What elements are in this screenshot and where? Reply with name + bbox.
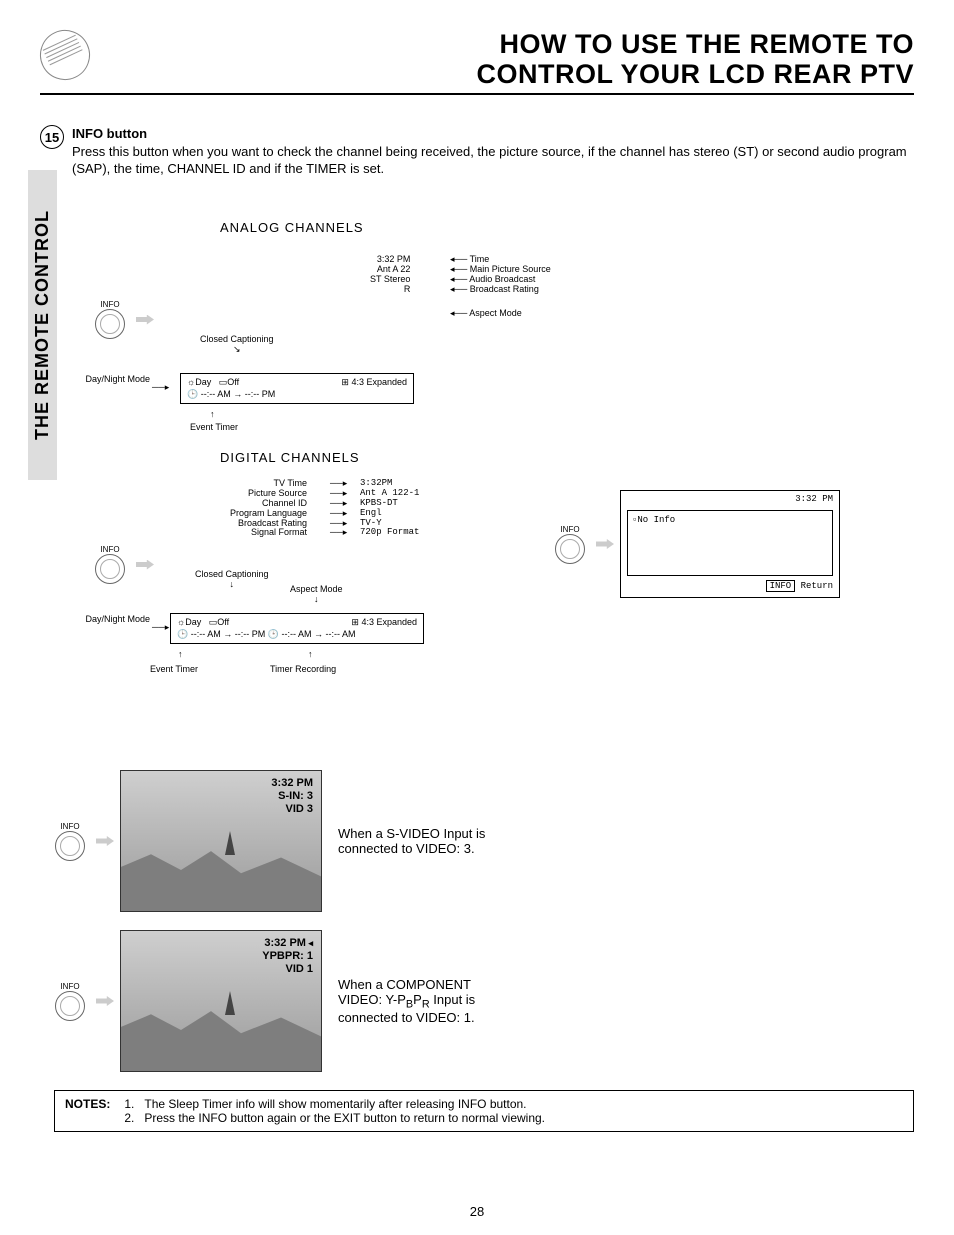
page-number: 28: [0, 1204, 954, 1219]
digital-channels-diagram: DIGITAL CHANNELS TV Time Picture Source …: [90, 450, 590, 705]
section-body: Press this button when you want to check…: [72, 144, 907, 177]
notes-label: NOTES:: [65, 1097, 110, 1125]
analog-osd-labels: ◂── Time ◂── Main Picture Source ◂── Aud…: [450, 255, 551, 318]
arrow-right-icon: [96, 996, 114, 1006]
title-line1: HOW TO USE THE REMOTE TO: [476, 30, 914, 60]
ypbpr-time: 3:32 PM: [264, 937, 306, 949]
svideo-line2: S-IN: 3: [271, 790, 313, 803]
section-number: 15: [40, 125, 64, 149]
noinfo-text: No Info: [637, 515, 675, 525]
info-button-icon: INFO: [90, 300, 130, 339]
arrow-right-icon: [96, 836, 114, 846]
digital-aspect-label: Aspect Mode↓: [290, 585, 343, 605]
arrow-right-icon: [596, 539, 614, 549]
note-item: 2. Press the INFO button again or the EX…: [124, 1111, 545, 1125]
page-header: HOW TO USE THE REMOTE TO CONTROL YOUR LC…: [40, 30, 914, 95]
ypbpr-caption: When a COMPONENT VIDEO: Y-PBPR Input is …: [338, 977, 518, 1026]
svideo-caption: When a S-VIDEO Input is connected to VID…: [338, 826, 498, 856]
section-info-button: 15 INFO button Press this button when yo…: [40, 125, 914, 178]
ypbpr-diagram: INFO 3:32 PM ◂ YPBPR: 1 VID 1 When a COM…: [50, 930, 570, 1072]
title-line2: CONTROL YOUR LCD REAR PTV: [476, 60, 914, 90]
info-button-icon: INFO: [50, 822, 90, 861]
analog-cc-label: Closed Captioning ↘: [200, 335, 274, 355]
no-info-osd: 3:32 PM ▫No Info INFO Return: [620, 490, 840, 598]
info-button-icon: INFO: [550, 525, 590, 564]
info-button-icon: INFO: [50, 982, 90, 1021]
svideo-diagram: INFO 3:32 PM S-IN: 3 VID 3 When a S-VIDE…: [50, 770, 570, 912]
page-title: HOW TO USE THE REMOTE TO CONTROL YOUR LC…: [476, 30, 914, 89]
digital-left-labels: TV Time Picture Source Channel ID Progra…: [230, 479, 307, 538]
tv-screen-ypbpr: 3:32 PM ◂ YPBPR: 1 VID 1: [120, 930, 322, 1072]
analog-bottom-osd: Day Off 4:3 Expanded --:-- AM → --:-- PM: [180, 373, 414, 404]
arrow-right-icon: [136, 560, 154, 570]
digital-heading: DIGITAL CHANNELS: [220, 450, 590, 465]
digital-event-timer-label: Event Timer: [150, 665, 198, 675]
analog-channels-diagram: ANALOG CHANNELS 3:32 PM Ant A 22 ST Ster…: [90, 220, 590, 435]
svideo-line3: VID 3: [271, 803, 313, 816]
ypbpr-line2: YPBPR: 1: [262, 950, 313, 963]
svideo-time: 3:32 PM: [271, 777, 313, 790]
digital-daynight-label: Day/Night Mode: [80, 615, 150, 625]
side-tab: THE REMOTE CONTROL: [28, 170, 57, 480]
brand-logo-icon: [32, 22, 98, 88]
notes-box: NOTES: 1. The Sleep Timer info will show…: [54, 1090, 914, 1132]
analog-daynight-label: Day/Night Mode: [80, 375, 150, 385]
analog-osd-values: 3:32 PM Ant A 22 ST Stereo R: [370, 255, 410, 295]
noinfo-time: 3:32 PM: [627, 494, 833, 506]
no-info-diagram: INFO 3:32 PM ▫No Info INFO Return: [550, 490, 840, 598]
digital-cc-label: Closed Captioning↓: [195, 570, 269, 590]
digital-osd-values: 3:32PM Ant A 122-1 KPBS-DT Engl TV-Y 720…: [360, 479, 419, 538]
arrow-right-icon: [136, 315, 154, 325]
ypbpr-line3: VID 1: [262, 963, 313, 976]
info-button-icon: INFO: [90, 545, 130, 584]
analog-osd-rating: R: [370, 285, 410, 295]
note-item: 1. The Sleep Timer info will show moment…: [124, 1097, 545, 1111]
tv-screen-svideo: 3:32 PM S-IN: 3 VID 3: [120, 770, 322, 912]
digital-bottom-osd: Day Off 4:3 Expanded --:-- AM → --:-- PM…: [170, 613, 424, 644]
section-title: INFO button: [72, 126, 147, 141]
noinfo-return-btn: Return: [801, 581, 833, 591]
noinfo-info-btn: INFO: [766, 580, 796, 592]
digital-timer-recording-label: Timer Recording: [270, 665, 336, 675]
analog-heading: ANALOG CHANNELS: [220, 220, 590, 235]
analog-event-timer-label: Event Timer: [190, 423, 238, 433]
